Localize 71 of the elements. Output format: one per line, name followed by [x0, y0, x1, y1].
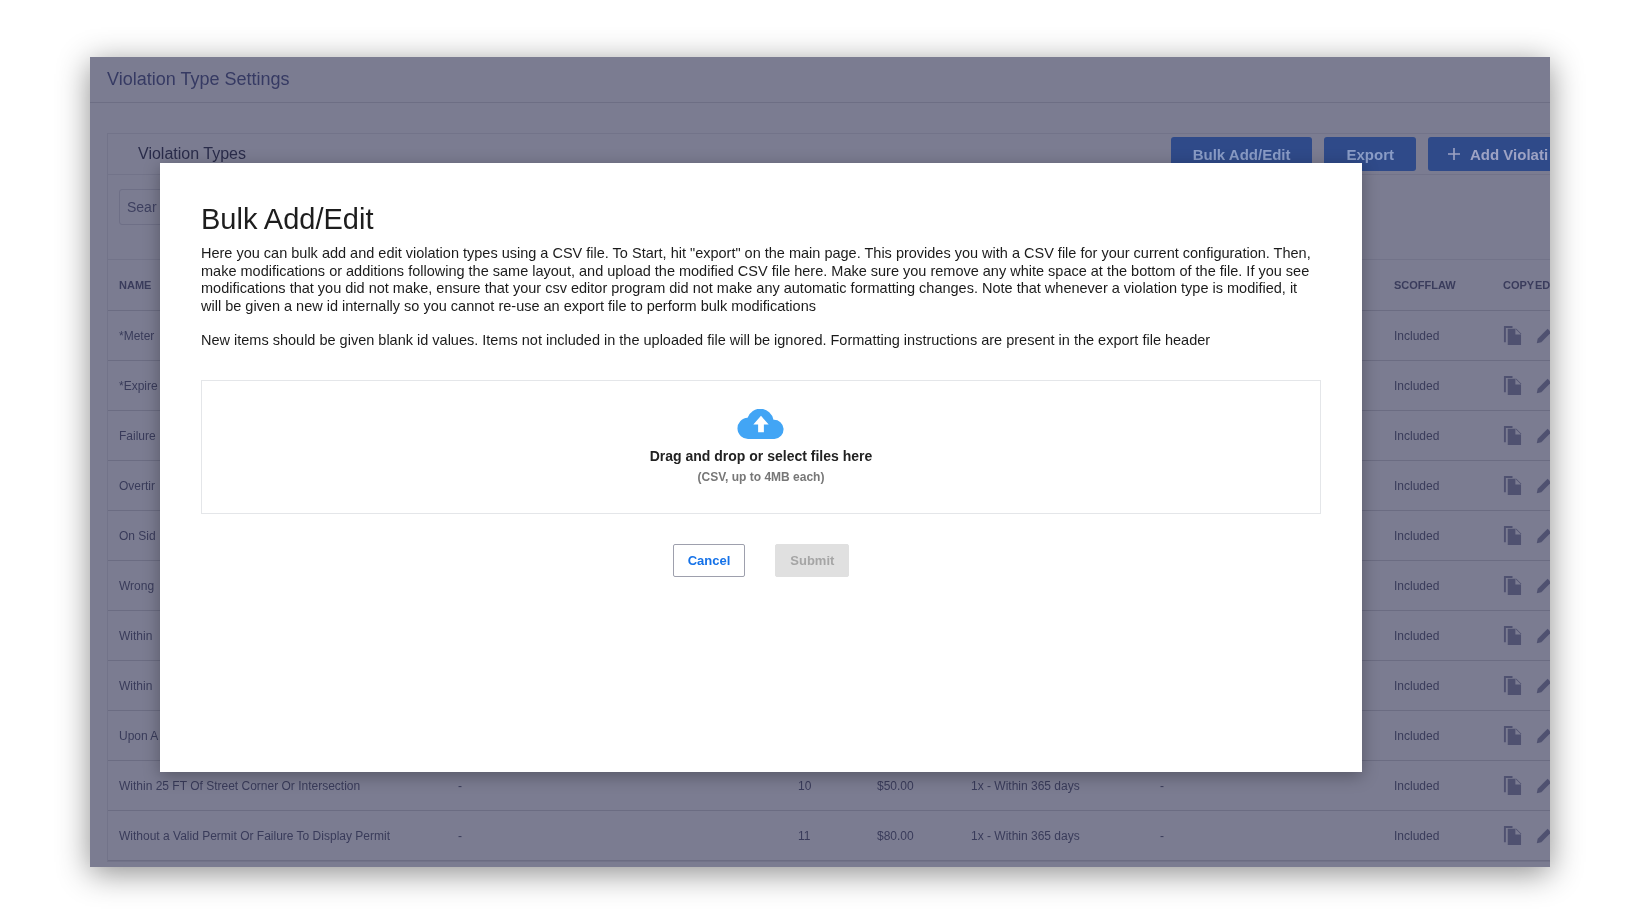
- table-cell: -: [1160, 778, 1164, 793]
- pencil-icon[interactable]: [1535, 476, 1550, 495]
- column-header: ED: [1535, 279, 1550, 291]
- copy-icon[interactable]: [1503, 675, 1522, 696]
- copy-icon[interactable]: [1503, 475, 1522, 496]
- copy-icon[interactable]: [1503, 525, 1522, 546]
- table-cell: Upon A: [119, 728, 159, 743]
- pencil-icon[interactable]: [1535, 676, 1550, 695]
- drop-zone[interactable]: Drag and drop or select files here (CSV, up to 4MB each): [201, 379, 1321, 514]
- table-cell: *Expire: [119, 378, 158, 393]
- cancel-button[interactable]: Cancel: [672, 543, 746, 577]
- pencil-icon[interactable]: [1535, 326, 1550, 345]
- table-cell: Within: [119, 628, 153, 643]
- table-cell: Wrong: [119, 578, 155, 593]
- table-cell: Overtir: [119, 478, 155, 493]
- table-cell: -: [458, 778, 462, 793]
- table-cell: On Sid: [119, 528, 156, 543]
- table-cell: -: [1160, 828, 1164, 843]
- table-cell-text: Included: [1394, 478, 1441, 493]
- table-cell: -: [458, 828, 462, 843]
- copy-icon[interactable]: [1503, 375, 1522, 396]
- copy-icon[interactable]: [1503, 575, 1522, 596]
- copy-icon[interactable]: [1503, 775, 1522, 796]
- table-cell: 11: [798, 828, 811, 843]
- table-cell-text: Included: [1394, 728, 1441, 743]
- table-cell-text: Included: [1394, 628, 1441, 643]
- table-cell-text: Included: [1394, 428, 1441, 443]
- table-cell: 1x - Within 365 days: [971, 828, 1080, 843]
- table-cell-text: Included: [1394, 378, 1441, 393]
- drop-zone-title: Drag and drop or select files here: [649, 448, 873, 464]
- pencil-icon[interactable]: [1535, 376, 1550, 395]
- dialog-text: New items should be given blank id values. Items not included in the uploaded file will be ignored. Formatting instructions are present in the export file header: [201, 332, 1212, 350]
- copy-icon[interactable]: [1503, 725, 1522, 746]
- table-cell: 10: [798, 778, 812, 793]
- table-cell: Without a Valid Permit Or Failure To Display Permit: [119, 828, 390, 843]
- cloud-upload-icon: [737, 409, 785, 440]
- copy-icon[interactable]: [1503, 425, 1522, 446]
- table-cell: 1x - Within 365 days: [971, 778, 1080, 793]
- dialog-title: Bulk Add/Edit: [201, 203, 375, 236]
- table-cell-text: Included: [1394, 528, 1441, 543]
- table-cell-text: Included: [1394, 678, 1441, 693]
- column-header: SCOFFLAW: [1394, 279, 1456, 291]
- pencil-icon[interactable]: [1535, 426, 1550, 445]
- toolbar-button[interactable]: Export: [1324, 137, 1416, 171]
- add-button[interactable]: Add Violati: [1428, 137, 1550, 171]
- page-title: Violation Type Settings: [107, 69, 290, 90]
- dialog-text: Here you can bulk add and edit violation types using a CSV file. To Start, hit "export" on the main page. This provides you with a CSV file for your current configuration. Then, make modifications or additions following the same layout, and upload the modified CSV file here. Make sure you remove any white space at the bottom of the file. If you see modifications that you did not make, ensure that your csv editor program did not make any automatic formatting changes. Note that whenever a violation type is modified, it will be given a new id internally so you cannot re-use an export file to perform bulk modifications: [201, 245, 1312, 315]
- pencil-icon[interactable]: [1535, 576, 1550, 595]
- pencil-icon[interactable]: [1535, 526, 1550, 545]
- table-cell: Within 25 FT Of Street Corner Or Intersection: [119, 778, 361, 793]
- pencil-icon[interactable]: [1535, 826, 1550, 845]
- table-cell: $50.00: [877, 778, 914, 793]
- table-cell: Within: [119, 678, 153, 693]
- table-cell-text: Included: [1394, 328, 1441, 343]
- table-cell-text: Included: [1394, 828, 1441, 843]
- column-header: NAME: [119, 279, 152, 291]
- card-title: Violation Types: [138, 145, 246, 163]
- table-cell: $80.00: [877, 828, 914, 843]
- column-header: COPY: [1503, 279, 1535, 291]
- pencil-icon[interactable]: [1535, 726, 1550, 745]
- table-cell: *Meter: [119, 328, 155, 343]
- copy-icon[interactable]: [1503, 825, 1522, 846]
- table-cell: Failure: [119, 428, 156, 443]
- copy-icon[interactable]: [1503, 325, 1522, 346]
- plus-icon: [1448, 148, 1460, 160]
- copy-icon[interactable]: [1503, 625, 1522, 646]
- pencil-icon[interactable]: [1535, 776, 1550, 795]
- drop-zone-hint: (CSV, up to 4MB each): [697, 470, 825, 484]
- table-cell-text: Included: [1394, 778, 1441, 793]
- table-cell-text: Included: [1394, 578, 1441, 593]
- pencil-icon[interactable]: [1535, 626, 1550, 645]
